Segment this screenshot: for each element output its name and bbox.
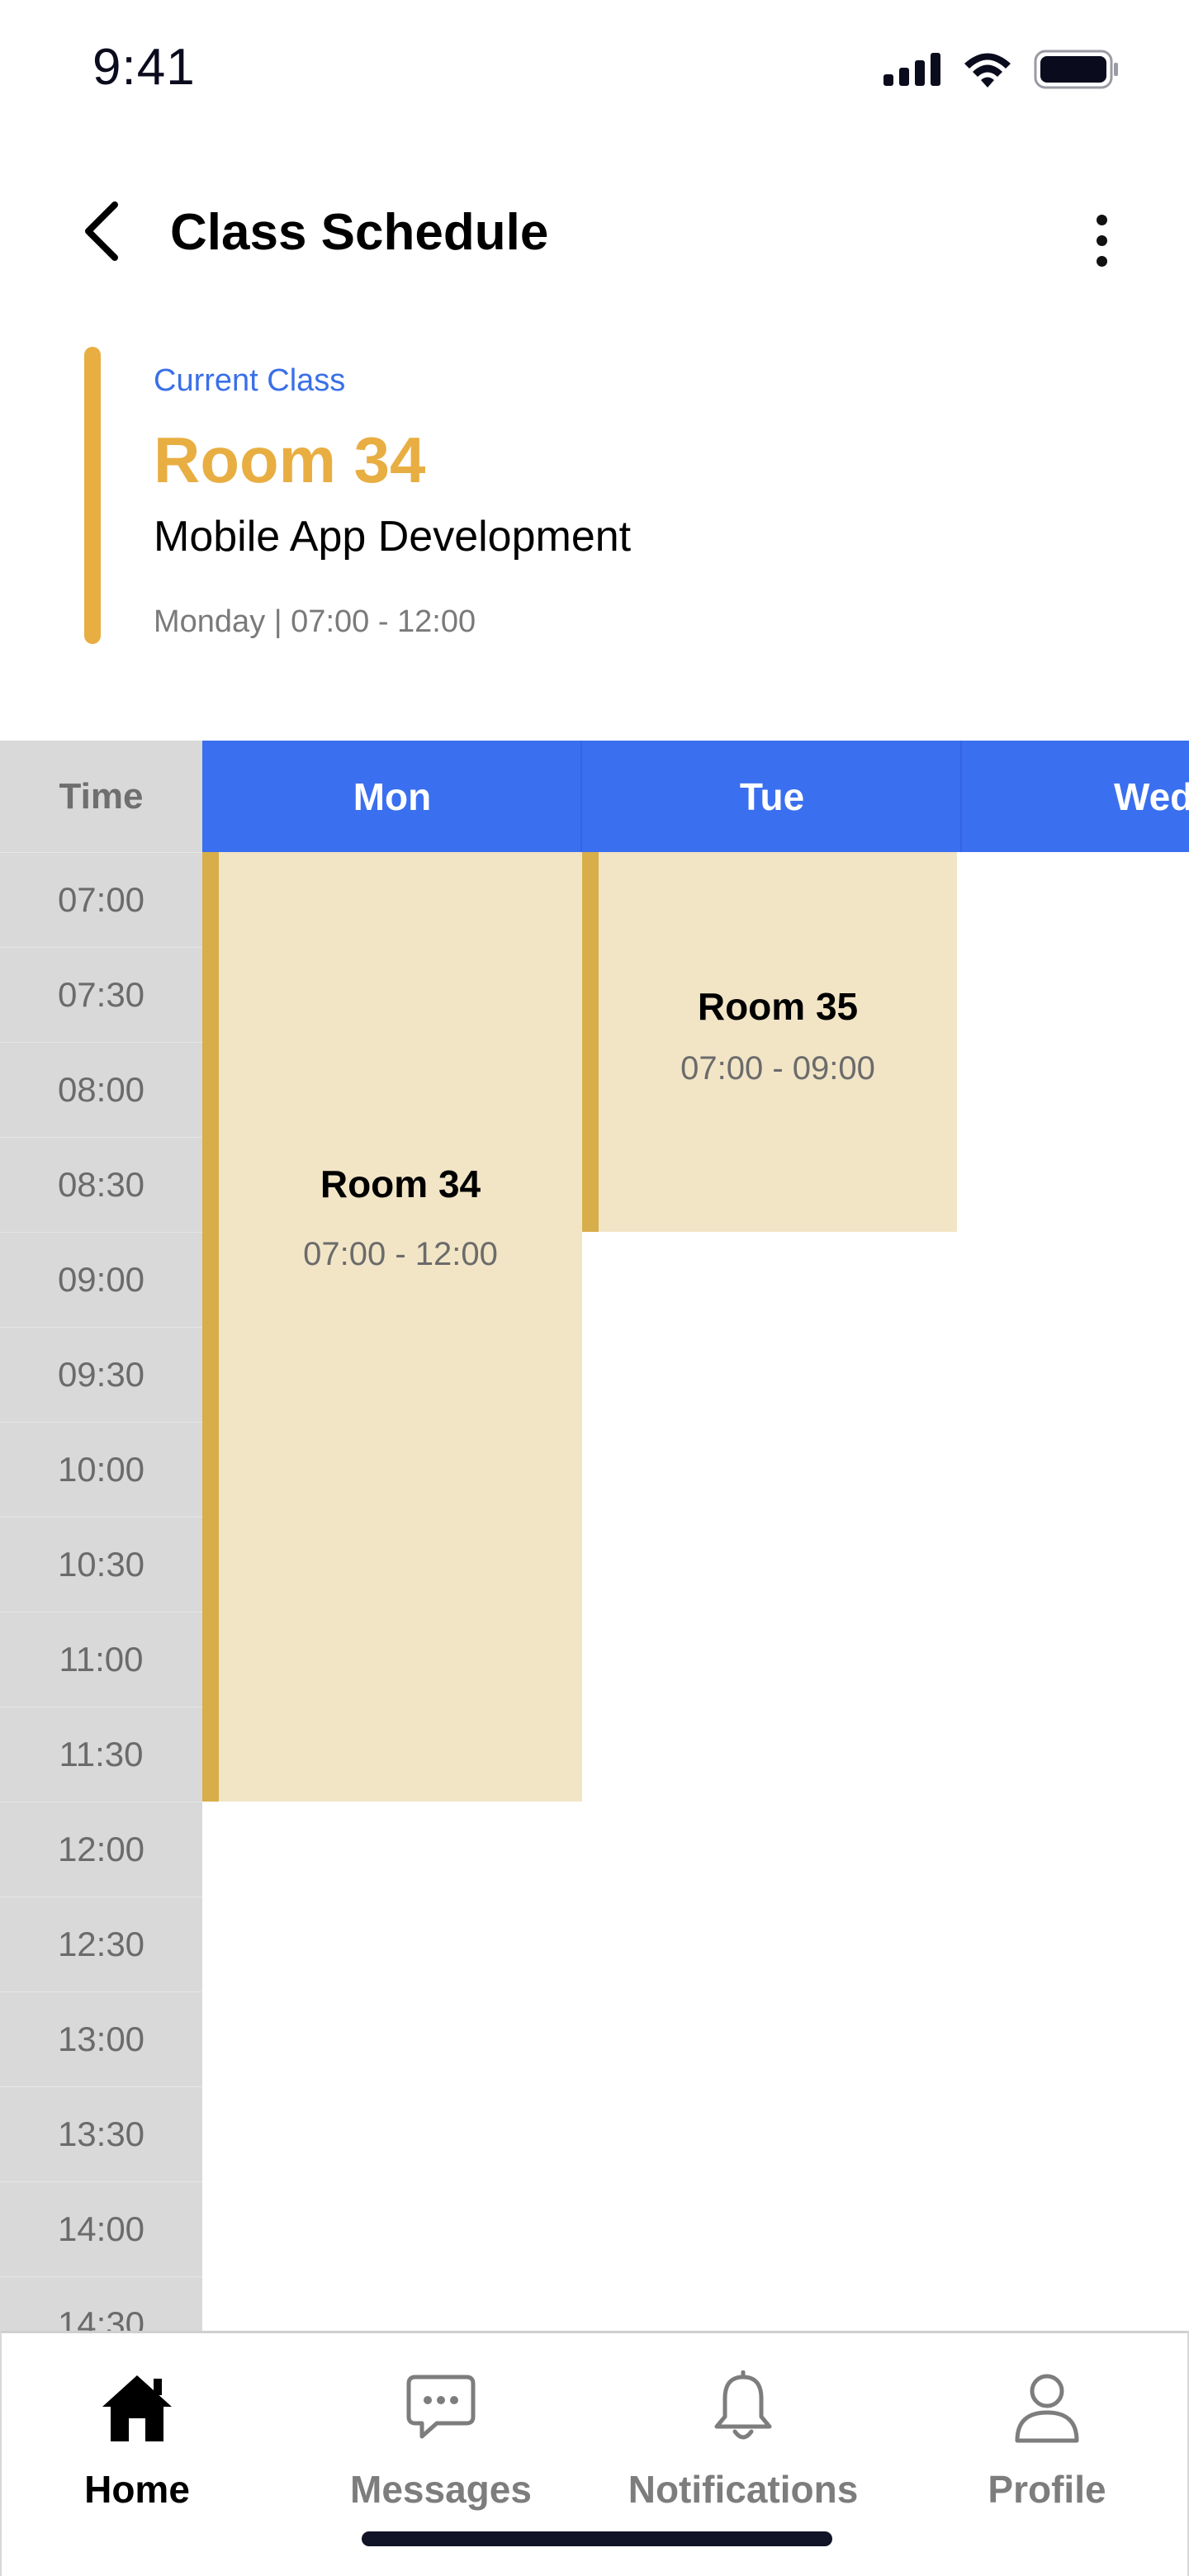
status-icons	[883, 50, 1120, 89]
page-title: Class Schedule	[170, 204, 549, 261]
bottom-navigation: Home Messages Notifications Profile	[0, 2331, 1189, 2576]
time-slot: 13:00	[0, 1991, 202, 2086]
signal-icon	[883, 53, 940, 86]
day-divider	[960, 741, 962, 852]
class-block[interactable]: Room 34 07:00 - 12:00	[202, 852, 582, 1802]
day-header-tue[interactable]: Tue	[582, 741, 962, 852]
day-header-mon[interactable]: Mon	[202, 741, 582, 852]
time-slot: 11:30	[0, 1707, 202, 1802]
time-slot: 07:30	[0, 947, 202, 1042]
nav-messages-label: Messages	[350, 2468, 532, 2511]
time-slot: 09:00	[0, 1232, 202, 1327]
class-block-time: 07:00 - 09:00	[680, 1050, 875, 1087]
nav-messages[interactable]: Messages	[317, 2366, 565, 2515]
time-slot: 14:00	[0, 2181, 202, 2276]
more-dot	[1096, 255, 1107, 267]
current-class-schedule: Monday | 07:00 - 12:00	[154, 604, 476, 639]
home-icon	[96, 2366, 178, 2449]
nav-home[interactable]: Home	[13, 2366, 261, 2515]
nav-profile[interactable]: Profile	[923, 2366, 1171, 2515]
nav-notifications[interactable]: Notifications	[619, 2366, 867, 2515]
back-button[interactable]	[71, 193, 130, 269]
status-time: 9:41	[92, 39, 196, 96]
app-screen: 9:41 Class Schedule Current Class Room 3…	[0, 0, 1189, 2576]
schedule-grid[interactable]: Time 07:00 07:30 08:00 08:30 09:00 09:30 10:00…	[0, 741, 1189, 2334]
time-slot: 10:00	[0, 1422, 202, 1517]
time-slot: 14:30	[0, 2276, 202, 2334]
time-slot: 12:00	[0, 1802, 202, 1896]
class-block-room: Room 34	[320, 1163, 481, 1205]
nav-home-label: Home	[84, 2468, 190, 2511]
message-icon	[400, 2366, 482, 2449]
time-slot: 09:30	[0, 1327, 202, 1422]
battery-icon	[1034, 50, 1118, 89]
time-slot: 12:30	[0, 1896, 202, 1991]
time-slot: 10:30	[0, 1517, 202, 1612]
time-slot: 08:30	[0, 1137, 202, 1232]
current-class-room: Room 34	[154, 424, 426, 496]
class-block-stripe	[202, 852, 219, 1802]
more-vertical-icon	[1096, 214, 1107, 225]
nav-profile-label: Profile	[988, 2468, 1106, 2511]
nav-notifications-label: Notifications	[628, 2468, 859, 2511]
time-column-header: Time	[59, 775, 144, 817]
chevron-left-icon	[85, 201, 118, 261]
class-block-stripe	[582, 852, 599, 1232]
status-bar: 9:41	[0, 0, 1189, 140]
day-header-row: Mon Tue Wed	[202, 741, 1189, 852]
class-block-room: Room 35	[697, 985, 859, 1028]
day-header-wed[interactable]: Wed	[962, 741, 1189, 852]
time-slot: 13:30	[0, 2086, 202, 2181]
home-indicator	[362, 2531, 832, 2546]
time-slot: 07:00	[0, 852, 202, 947]
current-class-label: Current Class	[154, 363, 346, 398]
time-column: Time 07:00 07:30 08:00 08:30 09:00 09:30 10:00…	[0, 741, 202, 2334]
bell-icon	[702, 2366, 784, 2449]
more-options-button[interactable]	[1072, 203, 1131, 277]
time-slot: 11:00	[0, 1612, 202, 1707]
current-class-accent-bar	[84, 347, 101, 644]
app-header: Class Schedule	[0, 173, 1189, 289]
user-icon	[1006, 2366, 1088, 2449]
current-class-course: Mobile App Development	[154, 513, 632, 561]
current-class-card[interactable]: Current Class Room 34 Mobile App Develop…	[84, 347, 1108, 644]
wifi-icon	[964, 53, 1011, 88]
class-block[interactable]: Room 35 07:00 - 09:00	[582, 852, 957, 1232]
time-slot: 08:00	[0, 1042, 202, 1137]
day-divider	[580, 741, 582, 852]
more-dot	[1096, 234, 1107, 246]
class-block-time: 07:00 - 12:00	[303, 1236, 498, 1272]
